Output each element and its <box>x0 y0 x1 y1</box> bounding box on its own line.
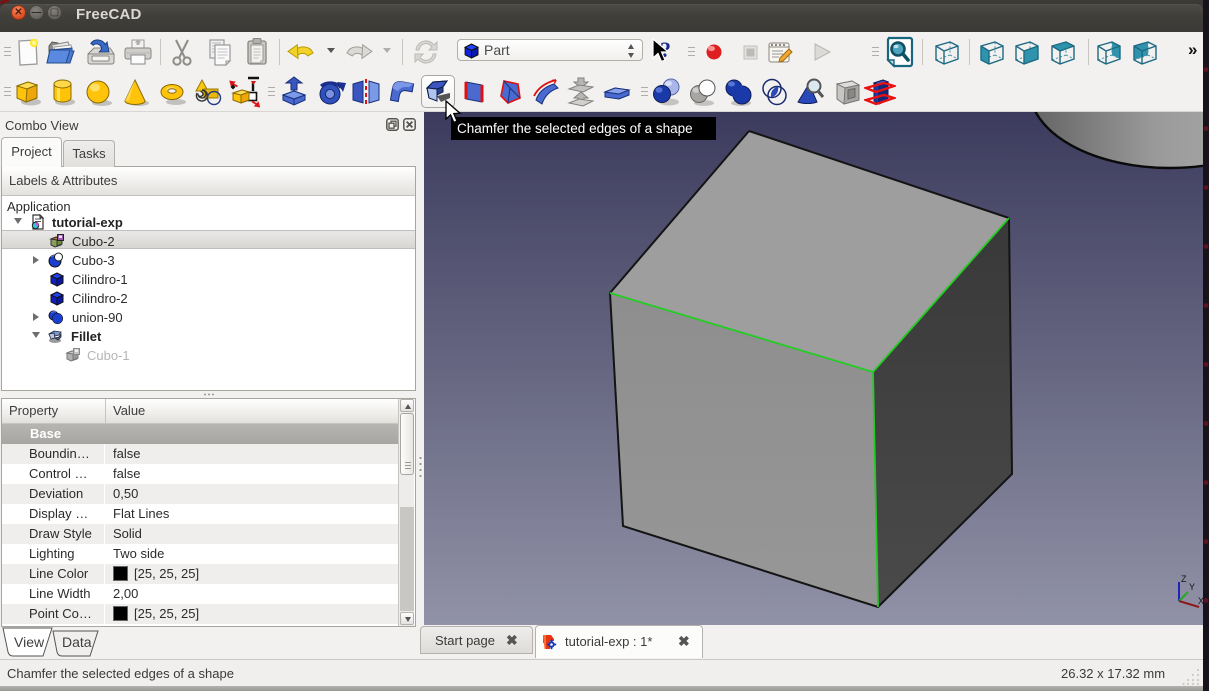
svg-text:Y: Y <box>1189 582 1195 592</box>
svg-text:Z: Z <box>1181 574 1187 584</box>
svg-text:Data: Data <box>62 634 92 650</box>
svg-text:View: View <box>14 634 45 650</box>
